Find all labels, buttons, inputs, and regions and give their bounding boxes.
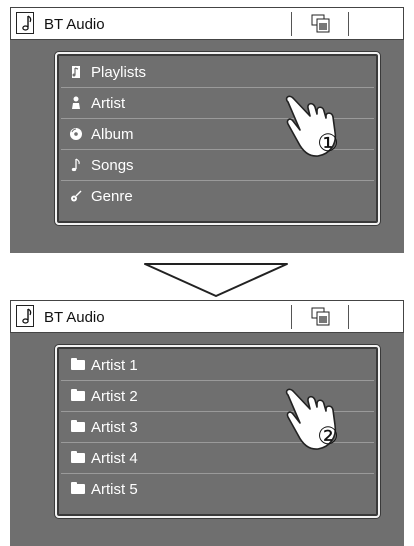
list-item-label: Artist 2 bbox=[91, 388, 138, 405]
browse-source-icon bbox=[311, 14, 330, 33]
down-arrow-icon bbox=[144, 263, 288, 297]
music-note-icon bbox=[69, 158, 83, 172]
step-number: ① bbox=[317, 130, 339, 157]
screen-top: BT Audio Playlists Artist Album Songs Ge… bbox=[10, 7, 404, 253]
list-item-artist-1[interactable]: Artist 1 bbox=[61, 350, 374, 381]
list-item-artist-5[interactable]: Artist 5 bbox=[61, 474, 374, 505]
browse-source-icon bbox=[311, 307, 330, 326]
list-item-label: Album bbox=[91, 126, 134, 143]
list-item-label: Playlists bbox=[91, 64, 147, 81]
list-item-label: Artist 1 bbox=[91, 357, 138, 374]
music-note-icon bbox=[16, 12, 34, 34]
guitar-icon bbox=[69, 189, 83, 203]
album-icon bbox=[69, 127, 83, 141]
divider bbox=[348, 305, 349, 329]
folder-icon bbox=[71, 358, 85, 370]
list-item-label: Genre bbox=[91, 188, 133, 205]
list-item-label: Artist bbox=[91, 95, 126, 112]
title-text: BT Audio bbox=[44, 309, 105, 326]
title-bar: BT Audio bbox=[10, 300, 404, 333]
browse-source-button[interactable] bbox=[300, 13, 340, 35]
step-number: ② bbox=[317, 423, 339, 450]
title-bar: BT Audio bbox=[10, 7, 404, 40]
music-note-icon bbox=[16, 305, 34, 327]
browse-source-button[interactable] bbox=[300, 306, 340, 328]
screen-bottom: BT Audio Artist 1 Artist 2 Artist 3 Arti… bbox=[10, 300, 404, 546]
list-item-label: Artist 4 bbox=[91, 450, 138, 467]
list-item-label: Artist 3 bbox=[91, 419, 138, 436]
title-text: BT Audio bbox=[44, 16, 105, 33]
list-item-label: Artist 5 bbox=[91, 481, 138, 498]
folder-icon bbox=[71, 420, 85, 432]
folder-icon bbox=[71, 482, 85, 494]
artist-icon bbox=[69, 96, 83, 110]
divider bbox=[291, 305, 292, 329]
folder-icon bbox=[71, 451, 85, 463]
folder-icon bbox=[71, 389, 85, 401]
list-item-label: Songs bbox=[91, 157, 134, 174]
list-item-playlists[interactable]: Playlists bbox=[61, 57, 374, 88]
list-item-genre[interactable]: Genre bbox=[61, 181, 374, 212]
playlist-icon bbox=[69, 65, 83, 79]
divider bbox=[348, 12, 349, 36]
divider bbox=[291, 12, 292, 36]
